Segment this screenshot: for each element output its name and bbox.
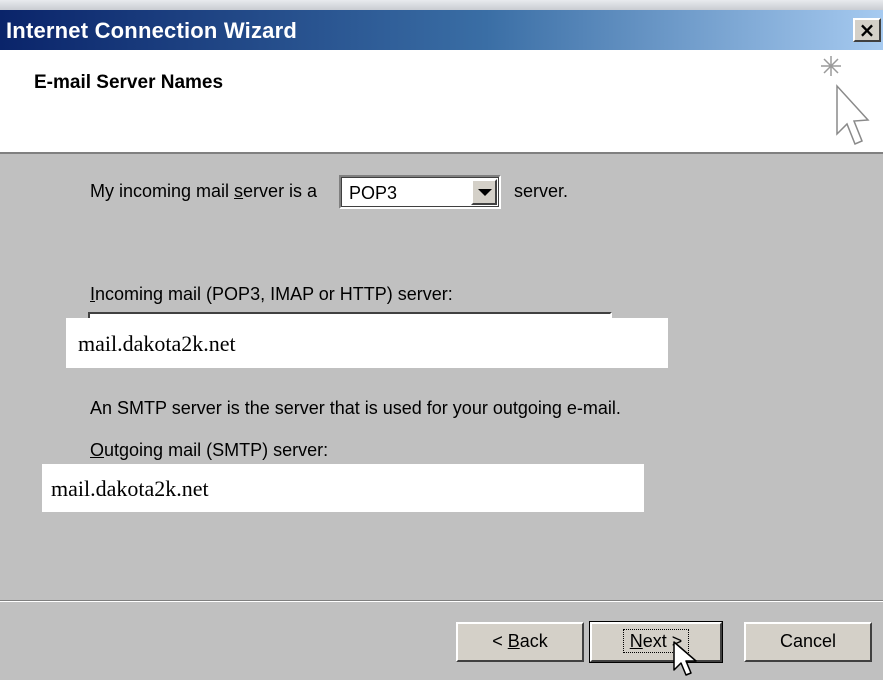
page-title: E-mail Server Names	[34, 72, 224, 93]
incoming-type-label: My incoming mail server is a	[90, 181, 318, 201]
close-icon: ×	[858, 18, 876, 42]
incoming-server-value: mail.dakota2k.net	[78, 331, 236, 356]
mouse-pointer-icon	[673, 641, 697, 676]
back-button[interactable]: < Back	[456, 622, 584, 662]
server-type-value: POP3	[349, 183, 398, 203]
wizard-header: E-mail Server Names	[0, 50, 883, 154]
outgoing-server-input[interactable]: mail.dakota2k.net	[42, 464, 644, 512]
incoming-server-input[interactable]: mail.dakota2k.net	[66, 318, 668, 368]
outgoing-server-value: mail.dakota2k.net	[51, 476, 209, 501]
close-button[interactable]: ×	[853, 18, 881, 42]
cancel-button[interactable]: Cancel	[744, 622, 872, 662]
chevron-down-icon[interactable]	[471, 179, 497, 205]
sparkle-cursor-icon	[821, 56, 870, 145]
smtp-info-text: An SMTP server is the server that is use…	[90, 398, 621, 418]
incoming-server-label: Incoming mail (POP3, IMAP or HTTP) serve…	[90, 284, 453, 304]
top-window-strip	[0, 0, 883, 10]
outgoing-server-label: Outgoing mail (SMTP) server:	[90, 440, 329, 460]
server-suffix-label: server.	[514, 181, 569, 201]
server-type-select[interactable]: POP3	[339, 175, 501, 209]
window-title: Internet Connection Wizard	[6, 18, 298, 43]
title-bar: Internet Connection Wizard ×	[0, 10, 883, 50]
footer-divider	[0, 600, 883, 602]
